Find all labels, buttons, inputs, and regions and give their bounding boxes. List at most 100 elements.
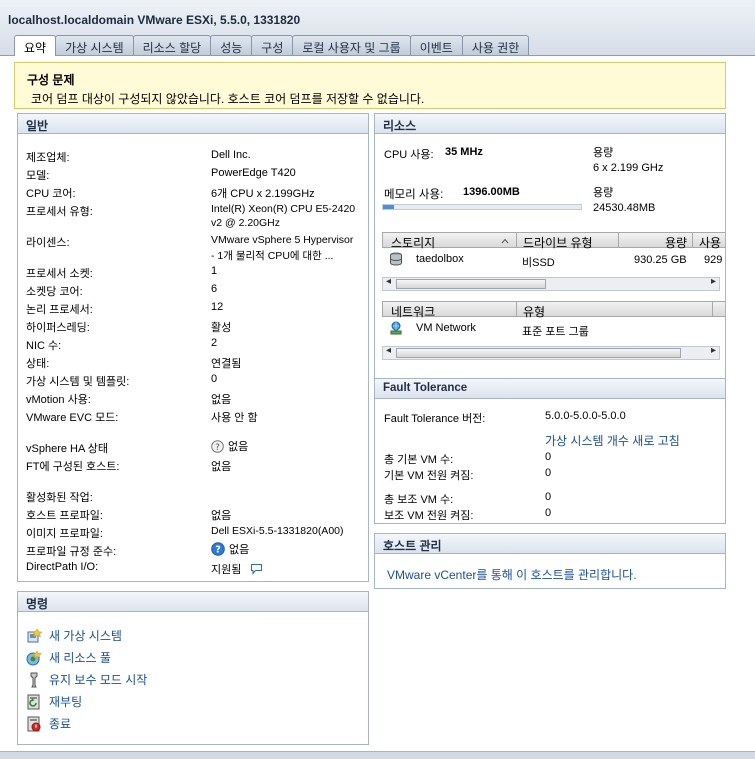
network-col-name[interactable]: 네트워크: [391, 303, 435, 320]
network-type: 표준 포트 그룹: [522, 326, 589, 338]
sort-ascending-icon[interactable]: [501, 238, 509, 244]
profile-compliance: ? 없음: [211, 541, 249, 557]
storage-col-capacity[interactable]: 용량: [665, 234, 687, 251]
new-vm-icon: [27, 628, 42, 642]
host-profile-value: 없음: [211, 510, 232, 522]
cores-per-socket-label: 소켓당 코어:: [26, 286, 83, 298]
cpu-usage-value: 35 MHz: [445, 146, 483, 158]
storage-col-drive-type[interactable]: 드라이브 유형: [523, 234, 593, 251]
memory-capacity-label: 용량: [593, 187, 614, 199]
storage-name: taedolbox: [416, 253, 464, 265]
vms-templates-label: 가상 시스템 및 템플릿:: [26, 376, 130, 388]
scroll-right-icon[interactable]: ▸: [711, 276, 716, 287]
state-label: 상태:: [26, 358, 50, 370]
secondary-vms-powered-on-label: 보조 VM 전원 켜짐:: [384, 510, 474, 522]
fault-tolerance-title: Fault Tolerance: [375, 379, 725, 399]
command-maintenance-mode-label[interactable]: 유지 보수 모드 시작: [49, 671, 147, 688]
scroll-left-icon[interactable]: ◂: [386, 345, 391, 356]
shutdown-icon: [27, 716, 41, 731]
grid-divider: [516, 232, 517, 247]
tab-local-users-groups[interactable]: 로컬 사용자 및 그룹: [292, 35, 411, 55]
total-primary-vms-label: 총 기본 VM 수:: [384, 454, 454, 466]
processor-type-value-line2: v2 @ 2.20GHz: [211, 217, 281, 229]
ft-hosts-value: 없음: [211, 461, 232, 473]
maintenance-mode-icon: [30, 672, 38, 687]
processor-sockets-value: 1: [211, 265, 218, 277]
help-icon[interactable]: ?: [211, 439, 224, 453]
vmotion-value: 없음: [211, 394, 232, 406]
state-value: 연결됨: [211, 358, 242, 370]
scroll-right-icon[interactable]: ▸: [711, 345, 716, 356]
command-new-resource-pool-label[interactable]: 새 리소스 풀: [49, 649, 111, 666]
memory-usage-bar-fill: [383, 205, 395, 209]
cpu-cores-label: CPU 코어:: [26, 188, 76, 200]
processor-type-value: Intel(R) Xeon(R) CPU E5-2420: [211, 203, 356, 215]
directpath-value: 지원됨: [211, 564, 242, 576]
tab-resource-allocation[interactable]: 리소스 할당: [132, 35, 212, 55]
command-reboot-label[interactable]: 재부팅: [49, 693, 82, 710]
model-label: 모델:: [26, 170, 50, 182]
command-shutdown-label[interactable]: 종료: [49, 715, 71, 732]
commands-panel-title: 명령: [18, 592, 368, 612]
vms-templates-value: 0: [211, 373, 218, 385]
svg-text:?: ?: [215, 443, 220, 453]
config-issue-heading: 구성 문제: [27, 73, 75, 87]
storage-scroll-thumb[interactable]: [396, 279, 546, 289]
active-tasks-label: 활성화된 작업:: [26, 492, 93, 504]
hyperthreading-label: 하이퍼스레딩:: [26, 322, 90, 334]
storage-col-free[interactable]: 사용: [699, 234, 721, 251]
memory-capacity-value: 24530.48MB: [593, 202, 656, 214]
ft-hosts-label: FT에 구성된 호스트:: [26, 461, 120, 473]
vmotion-label: vMotion 사용:: [26, 394, 91, 406]
cpu-cores-value: 6개 CPU x 2.199GHz: [211, 188, 315, 200]
tab-performance[interactable]: 성능: [210, 35, 253, 55]
fault-tolerance-panel: Fault Tolerance Fault Tolerance 버전: 5.0.…: [374, 378, 726, 524]
total-primary-vms-value: 0: [545, 451, 552, 463]
network-grid-header: 네트워크 유형: [382, 301, 725, 320]
network-scrollbar[interactable]: ◂ ▸: [382, 345, 720, 360]
window-header: localhost.localdomain VMware ESXi, 5.5.0…: [0, 0, 755, 56]
command-maintenance-mode[interactable]: 유지 보수 모드 시작: [26, 671, 147, 688]
command-new-vm-label[interactable]: 새 가상 시스템: [49, 627, 122, 644]
command-reboot[interactable]: 재부팅: [26, 693, 82, 710]
hyperthreading-value: 활성: [211, 322, 232, 334]
storage-scrollbar[interactable]: ◂ ▸: [382, 276, 720, 291]
tab-configuration[interactable]: 구성: [251, 35, 294, 55]
cpu-usage-label: CPU 사용:: [384, 149, 434, 161]
command-shutdown[interactable]: 종료: [26, 715, 71, 732]
image-profile-value: Dell ESXi-5.5-1331820(A00): [211, 525, 344, 537]
comment-icon[interactable]: [250, 563, 263, 575]
network-row[interactable]: VM Network: [389, 321, 476, 335]
tab-virtual-machines[interactable]: 가상 시스템: [55, 35, 134, 55]
tab-summary[interactable]: 요약: [14, 35, 57, 56]
scroll-left-icon[interactable]: ◂: [386, 276, 391, 287]
help-icon[interactable]: ?: [211, 542, 225, 556]
tab-permissions[interactable]: 사용 권한: [461, 35, 530, 55]
command-new-vm[interactable]: 새 가상 시스템: [26, 627, 122, 644]
command-new-resource-pool[interactable]: 새 리소스 풀: [26, 649, 111, 666]
grid-divider: [618, 232, 619, 247]
window-title: localhost.localdomain VMware ESXi, 5.5.0…: [8, 13, 301, 27]
memory-usage-value: 1396.00MB: [463, 186, 520, 198]
datastore-icon: [390, 252, 402, 266]
svg-text:?: ?: [215, 545, 221, 556]
tab-events[interactable]: 이벤트: [409, 35, 463, 55]
host-management-title: 호스트 관리: [375, 534, 725, 554]
network-scroll-thumb[interactable]: [396, 348, 681, 358]
bottom-status-bar: [0, 751, 755, 759]
license-value-line2: - 1개 물리적 CPU에 대한 ...: [211, 250, 334, 262]
storage-row[interactable]: taedolbox: [389, 252, 464, 266]
general-panel: 일반 제조업체: Dell Inc. 모델: PowerEdge T420 CP…: [17, 113, 369, 582]
network-name: VM Network: [416, 322, 476, 334]
tab-bar: 요약 가상 시스템 리소스 할당 성능 구성 로컬 사용자 및 그룹 이벤트 사…: [14, 35, 530, 56]
storage-col-name[interactable]: 스토리지: [391, 234, 435, 251]
ft-refresh-vm-count-link[interactable]: 가상 시스템 개수 새로 고침: [545, 432, 680, 449]
network-col-type[interactable]: 유형: [523, 303, 545, 320]
manage-via-vcenter-link[interactable]: VMware vCenter를 통해 이 호스트를 관리합니다.: [387, 566, 637, 583]
processor-type-label: 프로세서 유형:: [26, 206, 93, 218]
evc-mode-label: VMware EVC 모드:: [26, 412, 119, 424]
summary-content: 구성 문제 코어 덤프 대상이 구성되지 않았습니다. 호스트 코어 덤프를 저…: [0, 56, 755, 751]
manufacturer-value: Dell Inc.: [211, 149, 251, 161]
model-value: PowerEdge T420: [211, 167, 296, 179]
cpu-capacity-value: 6 x 2.199 GHz: [593, 162, 664, 174]
